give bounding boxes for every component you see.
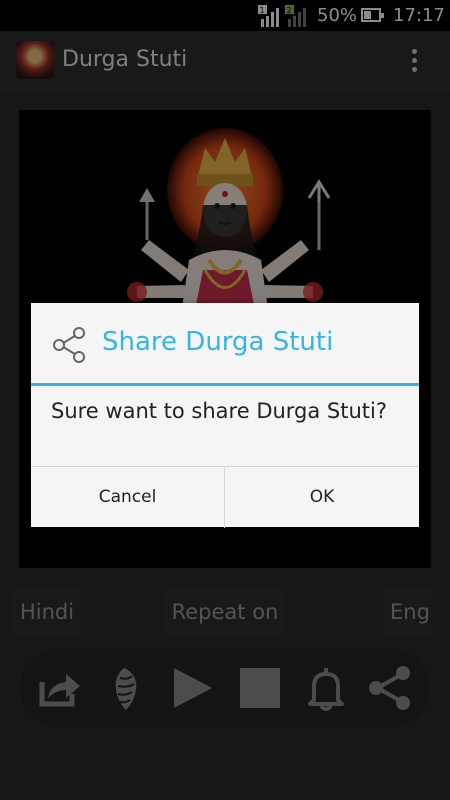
dialog-button-row: Cancel OK bbox=[31, 466, 419, 528]
dialog-divider bbox=[31, 383, 419, 386]
share-icon bbox=[53, 327, 85, 363]
ok-button[interactable]: OK bbox=[225, 467, 419, 528]
cancel-button[interactable]: Cancel bbox=[31, 467, 225, 528]
share-dialog: Share Durga Stuti Sure want to share Dur… bbox=[31, 303, 419, 528]
dialog-header: Share Durga Stuti bbox=[31, 303, 419, 385]
dialog-title: Share Durga Stuti bbox=[102, 327, 334, 357]
dialog-message: Sure want to share Durga Stuti? bbox=[51, 399, 388, 423]
